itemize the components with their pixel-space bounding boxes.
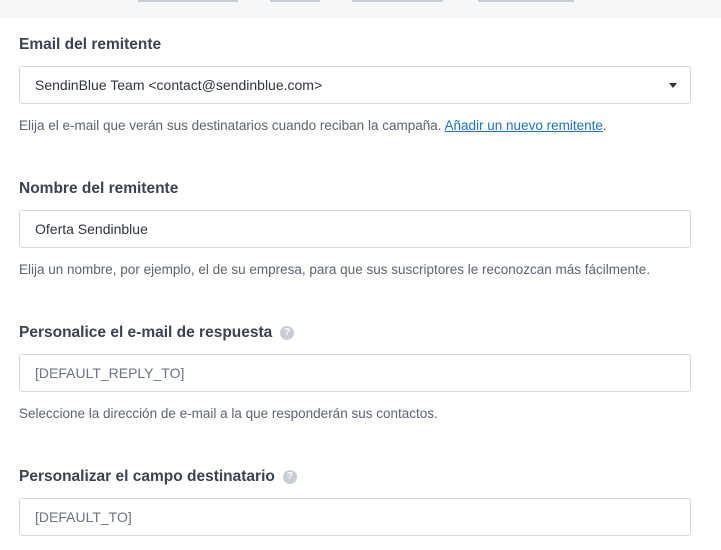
- sender-name-value: Oferta Sendinblue: [35, 221, 148, 237]
- sender-name-hint: Elija un nombre, por ejemplo, el de su e…: [19, 262, 651, 277]
- reply-to-hint: Seleccione la dirección de e-mail a la q…: [19, 406, 438, 421]
- sender-email-hint-text: Elija el e-mail que verán sus destinatar…: [19, 118, 445, 133]
- to-field-input[interactable]: [DEFAULT_TO]: [19, 498, 691, 536]
- sender-email-select[interactable]: SendinBlue Team <contact@sendinblue.com>: [19, 66, 691, 104]
- help-icon[interactable]: ?: [280, 326, 295, 340]
- caret-down-icon[interactable]: [669, 83, 677, 88]
- reply-to-label-text: Personalice el e-mail de respuesta: [19, 324, 273, 341]
- top-tab-indicator[interactable]: [138, 0, 238, 2]
- sender-name-input[interactable]: Oferta Sendinblue: [19, 210, 691, 248]
- top-tab-indicator[interactable]: [270, 0, 320, 2]
- reply-to-input[interactable]: [DEFAULT_REPLY_TO]: [19, 354, 691, 392]
- sender-email-hint-suffix: .: [602, 118, 607, 133]
- sender-email-hint: Elija el e-mail que verán sus destinatar…: [19, 118, 607, 133]
- to-field-label-text: Personalizar el campo destinatario: [19, 468, 275, 485]
- reply-to-value: [DEFAULT_REPLY_TO]: [35, 365, 185, 381]
- sender-email-label: Email del remitente: [19, 36, 161, 54]
- sender-email-label-text: Email del remitente: [19, 36, 162, 53]
- add-new-sender-link[interactable]: Añadir un nuevo remitente: [445, 118, 603, 133]
- help-icon[interactable]: ?: [282, 470, 297, 484]
- reply-to-label: Personalice el e-mail de respuesta ?: [19, 324, 295, 342]
- top-tab-indicator[interactable]: [478, 0, 574, 2]
- sender-email-value: SendinBlue Team <contact@sendinblue.com>: [35, 77, 323, 93]
- to-field-label: Personalizar el campo destinatario ?: [19, 468, 297, 486]
- sender-name-label-text: Nombre del remitente: [19, 180, 179, 197]
- to-field-value: [DEFAULT_TO]: [35, 509, 132, 525]
- top-tab-indicator[interactable]: [352, 0, 443, 2]
- top-tab-strip: [0, 0, 721, 18]
- sender-name-label: Nombre del remitente: [19, 180, 178, 198]
